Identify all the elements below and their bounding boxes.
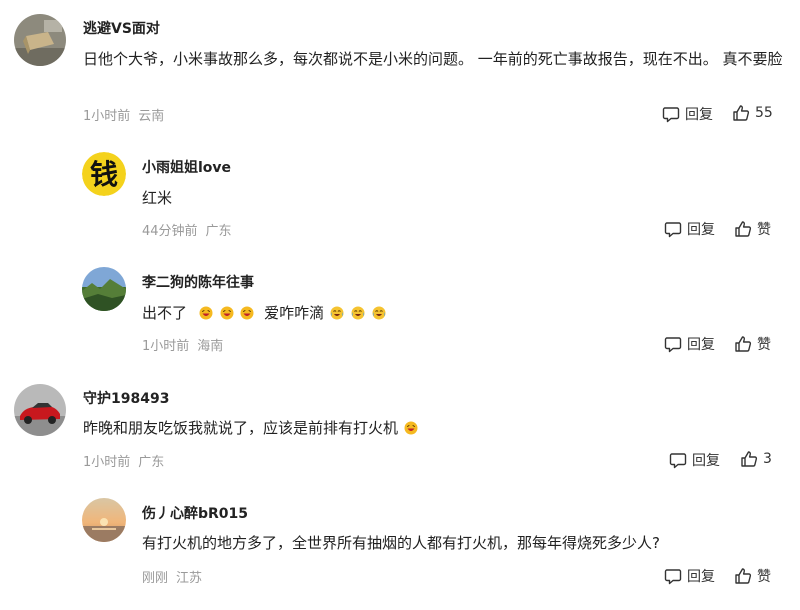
thumbs-up-icon	[735, 568, 752, 584]
reply-label: 回复	[687, 222, 715, 238]
like-button[interactable]: 赞	[734, 219, 771, 239]
comment-text-part: 出不了	[142, 304, 188, 322]
username[interactable]: 小雨姐姐love	[142, 157, 231, 177]
avatar[interactable]	[14, 384, 66, 436]
comment-meta: 44分钟前 广东	[142, 220, 232, 239]
tears-of-joy-emoji-icon	[350, 304, 366, 322]
comment-text-part: 爱咋咋滴	[264, 304, 325, 322]
like-label: 赞	[757, 222, 771, 238]
comment-location: 广东	[138, 455, 165, 470]
laughing-emoji-icon	[239, 304, 255, 322]
comment-meta: 1小时前 云南	[83, 105, 164, 124]
reply-label: 回复	[687, 569, 715, 585]
avatar[interactable]: 钱	[82, 152, 126, 196]
comment-bubble-icon	[669, 453, 687, 469]
avatar[interactable]	[14, 14, 66, 66]
reply-button[interactable]: 回复	[664, 566, 715, 586]
laughing-emoji-icon	[403, 419, 419, 437]
reply-button[interactable]: 回复	[662, 104, 713, 124]
like-button[interactable]: 55	[732, 104, 773, 122]
comment-bubble-icon	[664, 222, 682, 238]
comment-location: 江苏	[176, 571, 203, 586]
reply-button[interactable]: 回复	[664, 219, 715, 239]
comment-bubble-icon	[662, 107, 680, 123]
username[interactable]: 守护198493	[83, 388, 169, 408]
avatar[interactable]	[82, 498, 126, 542]
thumbs-up-icon	[741, 451, 758, 467]
comment-text: 日他个大爷，小米事故那么多，每次都说不是小米的问题。 一年前的死亡事故报告，现在…	[83, 50, 783, 68]
username[interactable]: 李二狗的陈年往事	[142, 272, 254, 292]
username[interactable]: 逃避VS面对	[83, 18, 160, 38]
reply-button[interactable]: 回复	[664, 334, 715, 354]
thumbs-up-icon	[735, 336, 752, 352]
avatar[interactable]	[82, 267, 126, 311]
comment-meta: 1小时前 广东	[83, 451, 164, 470]
laughing-emoji-icon	[219, 304, 235, 322]
comment-text: 出不了 爱咋咋滴	[142, 300, 772, 326]
reply-button[interactable]: 回复	[669, 450, 720, 470]
thumbs-up-icon	[733, 105, 750, 121]
thumbs-up-icon	[735, 221, 752, 237]
like-button[interactable]: 3	[740, 450, 772, 468]
reply-label: 回复	[687, 337, 715, 353]
tears-of-joy-emoji-icon	[371, 304, 387, 322]
comment-time: 刚刚	[142, 571, 169, 586]
like-button[interactable]: 赞	[734, 566, 771, 586]
comment-time: 1小时前	[83, 109, 131, 124]
comment-text-part: 昨晚和朋友吃饭我就说了，应该是前排有打火机	[83, 419, 399, 437]
laughing-emoji-icon	[198, 304, 214, 322]
comment-text: 有打火机的地方多了，全世界所有抽烟的人都有打火机，那每年得烧死多少人?	[142, 534, 660, 552]
username[interactable]: 伤丿心醉bR015	[142, 503, 248, 523]
comment-time: 1小时前	[142, 339, 190, 354]
comment-bubble-icon	[664, 337, 682, 353]
comment-location: 海南	[197, 339, 224, 354]
avatar-character: 钱	[90, 158, 118, 191]
tears-of-joy-emoji-icon	[329, 304, 345, 322]
like-count: 3	[763, 451, 772, 467]
comment-text: 红米	[142, 189, 173, 207]
reply-label: 回复	[692, 453, 720, 469]
reply-label: 回复	[685, 107, 713, 123]
like-label: 赞	[757, 337, 771, 353]
comment-location: 云南	[138, 109, 165, 124]
comment-meta: 1小时前 海南	[142, 335, 223, 354]
like-label: 赞	[757, 569, 771, 585]
comment-location: 广东	[205, 224, 232, 239]
like-button[interactable]: 赞	[734, 334, 771, 354]
comment-meta: 刚刚 江苏	[142, 567, 202, 586]
comment-time: 1小时前	[83, 455, 131, 470]
like-count: 55	[755, 105, 773, 121]
comment-bubble-icon	[664, 569, 682, 585]
comment-text: 昨晚和朋友吃饭我就说了，应该是前排有打火机	[83, 415, 783, 441]
comment-time: 44分钟前	[142, 224, 198, 239]
